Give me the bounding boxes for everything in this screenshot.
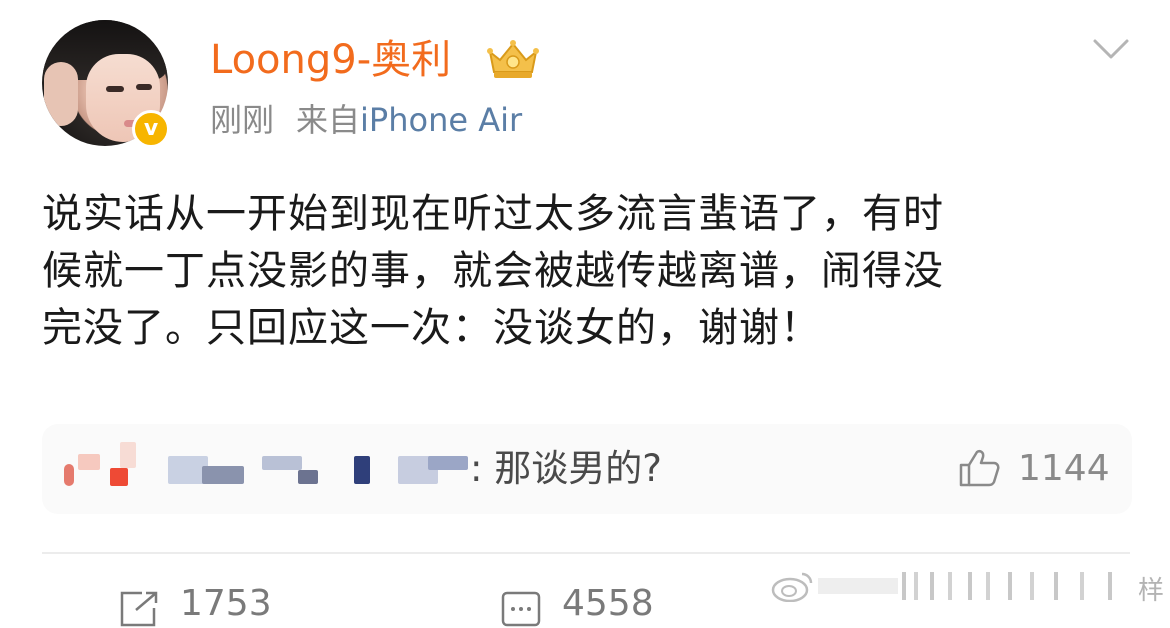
author-name[interactable]: Loong9-奥利 [210,38,451,82]
weibo-logo-icon [771,572,813,602]
verified-badge-icon: v [132,110,170,148]
post-source-device[interactable]: iPhone Air [360,101,522,139]
weibo-watermark: 样 [770,560,1170,615]
repost-count: 1753 [180,583,272,624]
post-body-line: 候就一丁点没影的事，就会被越传越离谱，闹得没 [42,248,944,294]
hot-comment[interactable]: : 那谈男的? 1144 [42,424,1132,514]
comment-count: 4558 [562,583,654,624]
divider [42,552,1130,554]
post-source-prefix: 来自 [296,101,361,139]
blurred-commenter-name [64,440,484,500]
chevron-down-icon[interactable] [1092,36,1130,62]
watermark-text: 样 [1138,576,1165,606]
post-body: 说实话从一开始到现在听过太多流言蜚语了，有时 候就一丁点没影的事，就会被越传越离… [42,186,1132,357]
post-time: 刚刚 [210,101,275,139]
crown-icon[interactable] [484,38,542,80]
comment-icon [501,591,541,627]
avatar-eye [136,84,152,90]
hot-comment-text: : 那谈男的? [470,447,662,490]
post-meta: 刚刚 来自iPhone Air [210,102,522,138]
post-body-line: 完没了。只回应这一次：没谈女的，谢谢！ [42,305,821,351]
post-body-line: 说实话从一开始到现在听过太多流言蜚语了，有时 [42,191,944,237]
repost-icon [120,591,158,627]
avatar-eye [106,86,124,92]
avatar-face-secondary [44,62,78,126]
thumbs-up-icon[interactable] [958,448,1000,488]
hot-comment-like-count: 1144 [1018,448,1110,489]
watermark-bars [818,572,1112,600]
